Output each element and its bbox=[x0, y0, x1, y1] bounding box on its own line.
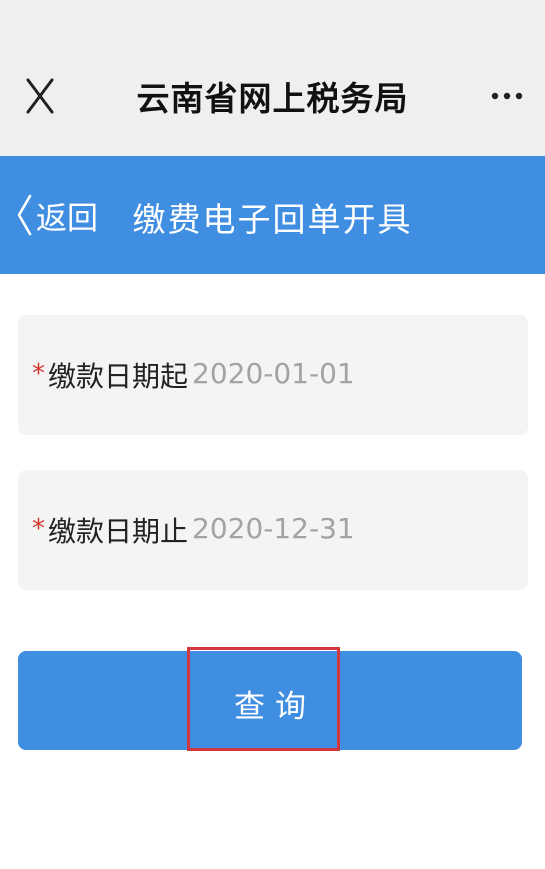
required-mark: * bbox=[32, 359, 45, 389]
nav-bar: 返回 缴费电子回单开具 bbox=[0, 156, 545, 274]
query-button[interactable]: 查询 bbox=[18, 651, 522, 750]
more-horizontal-icon[interactable] bbox=[480, 86, 530, 106]
end-date-value[interactable]: 2020-12-31 bbox=[192, 512, 355, 545]
page-title: 缴费电子回单开具 bbox=[132, 200, 413, 239]
required-mark: * bbox=[32, 514, 45, 544]
app-header: 云南省网上税务局 bbox=[0, 0, 545, 156]
app-title: 云南省网上税务局 bbox=[136, 79, 409, 118]
end-date-field[interactable]: * 缴款日期止 2020-12-31 bbox=[18, 470, 528, 590]
start-date-value[interactable]: 2020-01-01 bbox=[192, 357, 355, 390]
query-button-label: 查询 bbox=[234, 689, 316, 725]
start-date-label: 缴款日期起 bbox=[48, 360, 189, 393]
end-date-label: 缴款日期止 bbox=[48, 515, 189, 548]
start-date-field[interactable]: * 缴款日期起 2020-01-01 bbox=[18, 315, 528, 435]
